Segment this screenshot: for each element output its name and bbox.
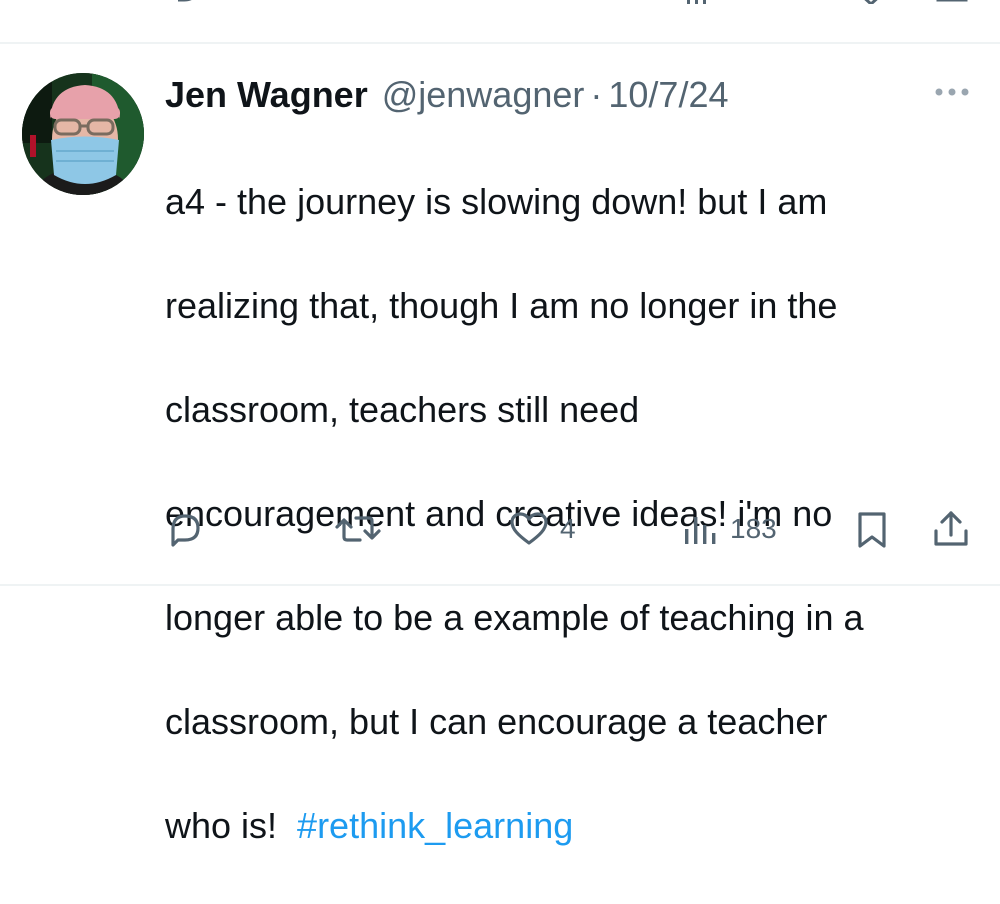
post-text-line: a4 - the journey is slowing down! but I … xyxy=(165,181,828,222)
previous-share-icon[interactable] xyxy=(932,0,972,4)
like-button[interactable]: 4 xyxy=(508,504,576,554)
reply-button[interactable] xyxy=(165,504,215,554)
header-separator: · xyxy=(590,74,603,115)
author-name[interactable]: Jen Wagner xyxy=(165,70,368,120)
previous-views-chart-icon[interactable] xyxy=(684,0,714,4)
previous-repost-icon[interactable] xyxy=(340,0,380,4)
avatar[interactable] xyxy=(22,73,144,195)
bookmark-button[interactable] xyxy=(852,504,892,554)
post-divider-top xyxy=(0,42,1000,44)
post-text-line: who is! xyxy=(165,805,298,846)
share-icon xyxy=(934,511,968,546)
views-count: 183 xyxy=(730,513,777,544)
previous-reply-icon[interactable] xyxy=(170,0,200,4)
views-button[interactable]: 183 xyxy=(680,504,777,554)
more-dots-icon xyxy=(935,88,969,96)
author-handle[interactable]: @jenwagner xyxy=(382,70,585,120)
heart-icon xyxy=(510,512,548,545)
repost-icon xyxy=(335,516,381,542)
post-text-line: classroom, teachers still need xyxy=(165,389,640,430)
post-text-line: realizing that, though I am no longer in… xyxy=(165,285,838,326)
like-count: 4 xyxy=(560,513,576,544)
post-text-line: longer able to be a example of teaching … xyxy=(165,597,864,638)
share-button[interactable] xyxy=(930,504,972,554)
previous-bookmark-icon[interactable] xyxy=(856,0,886,4)
post-divider-bottom xyxy=(0,584,1000,586)
views-chart-icon xyxy=(685,517,716,544)
reply-icon xyxy=(171,514,200,547)
post-text-line: classroom, but I can encourage a teacher xyxy=(165,701,828,742)
hashtag-link[interactable]: #rethink_learning xyxy=(297,805,573,846)
bookmark-icon xyxy=(858,512,886,548)
post-date[interactable]: 10/7/24 xyxy=(608,70,728,120)
post-actions: 4 183 xyxy=(0,504,1000,554)
repost-button[interactable] xyxy=(334,504,392,554)
previous-post-actions xyxy=(0,0,1000,8)
more-options-button[interactable] xyxy=(932,82,972,102)
post-text-last-line: who is! #rethink_learning xyxy=(165,800,965,852)
previous-heart-icon[interactable] xyxy=(512,0,546,4)
post-header: Jen Wagner @jenwagner · 10/7/24 xyxy=(165,70,729,120)
